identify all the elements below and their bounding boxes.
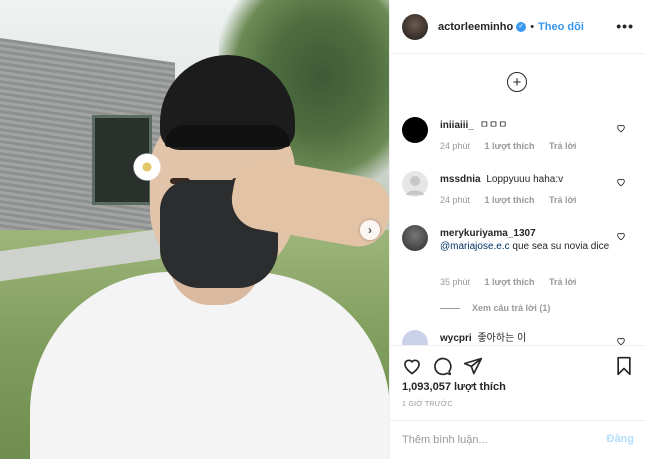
comment-body: mssdnia Loppyuuu haha:v bbox=[440, 173, 610, 186]
follow-button[interactable]: Theo dõi bbox=[538, 21, 584, 33]
comment-time: 24 phút bbox=[440, 141, 471, 151]
share-icon[interactable] bbox=[463, 356, 483, 376]
default-avatar-icon bbox=[406, 176, 424, 195]
post-photo[interactable]: › bbox=[0, 0, 389, 459]
comment-meta: 24 phút 1 lượt thích Trả lời bbox=[440, 195, 588, 205]
view-replies-button[interactable]: Xem câu trả lời (1) bbox=[440, 303, 550, 313]
avatar[interactable] bbox=[402, 171, 428, 197]
heart-icon[interactable] bbox=[616, 336, 626, 345]
photo-flower bbox=[132, 152, 162, 182]
photo-cap-brim bbox=[165, 125, 290, 147]
comment-username[interactable]: mssdnia bbox=[440, 174, 481, 185]
heart-icon[interactable] bbox=[616, 231, 626, 241]
comment-input[interactable] bbox=[402, 432, 592, 448]
post-username[interactable]: actorleeminho bbox=[438, 21, 513, 33]
comment-meta: 24 phút 1 lượt thích Trả lời bbox=[440, 141, 588, 151]
comment-text: 좋아하는 이 bbox=[477, 333, 527, 344]
comment-icon[interactable] bbox=[432, 356, 452, 376]
avatar[interactable] bbox=[402, 330, 428, 345]
verified-badge-icon: ✓ bbox=[516, 21, 527, 32]
comment-text: que sea su novia dice bbox=[512, 241, 610, 252]
bookmark-icon[interactable] bbox=[614, 356, 634, 376]
comment-text: Loppyuuu haha:v bbox=[486, 174, 564, 185]
comment-mention[interactable]: @mariajose.e.c bbox=[440, 241, 510, 252]
next-photo-button[interactable]: › bbox=[360, 220, 380, 240]
view-replies-label: Xem câu trả lời (1) bbox=[472, 303, 551, 313]
post-timestamp: 1 GIỜ TRƯỚC bbox=[402, 401, 453, 408]
more-options-icon[interactable]: ••• bbox=[616, 18, 634, 34]
replies-divider bbox=[440, 307, 460, 309]
comment-meta: 35 phút 1 lượt thích Trả lời bbox=[440, 277, 588, 287]
heart-icon[interactable] bbox=[616, 123, 626, 133]
reply-button[interactable]: Trả lời bbox=[549, 195, 576, 205]
comment-likes[interactable]: 1 lượt thích bbox=[485, 277, 535, 287]
reply-button[interactable]: Trả lời bbox=[549, 141, 576, 151]
post-header: actorleeminho ✓ • Theo dõi ••• bbox=[390, 0, 645, 54]
comment-likes[interactable]: 1 lượt thích bbox=[485, 195, 535, 205]
chevron-right-icon: › bbox=[368, 223, 372, 237]
avatar[interactable] bbox=[402, 225, 428, 251]
comment-body: wycpri 좋아하는 이 bbox=[440, 332, 610, 345]
likes-count[interactable]: 1,093,057 lượt thích bbox=[402, 381, 506, 393]
heart-icon[interactable] bbox=[402, 356, 422, 376]
post-actions bbox=[390, 345, 645, 377]
post-comment-button[interactable]: Đăng bbox=[607, 433, 635, 445]
comments-list[interactable]: + iniiaiii_ ㅁㅁㅁ 24 phút 1 lượt thích Trả… bbox=[390, 55, 645, 345]
comment-time: 24 phút bbox=[440, 195, 471, 205]
add-comment-bar: Đăng bbox=[390, 420, 645, 459]
avatar[interactable] bbox=[402, 117, 428, 143]
load-more-comments-icon[interactable]: + bbox=[507, 72, 527, 92]
avatar[interactable] bbox=[402, 13, 428, 40]
reply-button[interactable]: Trả lời bbox=[549, 277, 576, 287]
comment-text: ㅁㅁㅁ bbox=[479, 120, 508, 131]
heart-icon[interactable] bbox=[616, 177, 626, 187]
post-sidebar: actorleeminho ✓ • Theo dõi ••• + iniiaii… bbox=[389, 0, 645, 459]
comment-body: merykuriyama_1307 @mariajose.e.c que sea… bbox=[440, 227, 610, 253]
comment-username[interactable]: iniiaiii_ bbox=[440, 120, 474, 131]
comment-username[interactable]: merykuriyama_1307 bbox=[440, 228, 536, 239]
separator-dot: • bbox=[530, 20, 535, 33]
comment-body: iniiaiii_ ㅁㅁㅁ bbox=[440, 119, 610, 132]
comment-time: 35 phút bbox=[440, 277, 471, 287]
comment-likes[interactable]: 1 lượt thích bbox=[485, 141, 535, 151]
comment-username[interactable]: wycpri bbox=[440, 333, 472, 344]
